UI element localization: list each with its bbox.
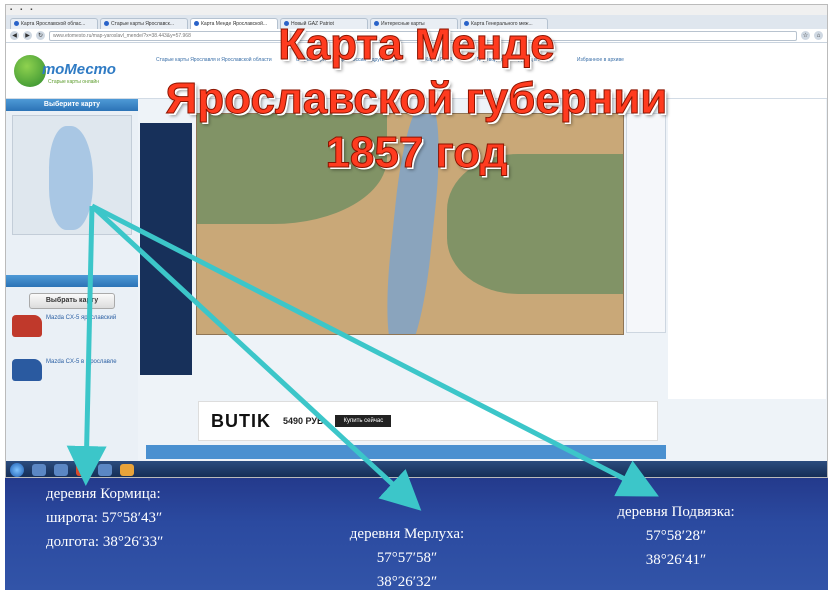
location-latitude: 57°57′58″	[376, 550, 438, 566]
location-longitude: 38°26′41″	[645, 552, 707, 568]
location-latitude: широта: 57°58′43″	[46, 510, 163, 526]
location-name: деревня Мерлуха:	[349, 526, 465, 542]
location-podvyazka: деревня Подвязка: 57°58′28″ 38°26′41″	[586, 500, 766, 572]
location-name: деревня Подвязка:	[617, 504, 735, 520]
arrow-podvyazka	[90, 203, 659, 497]
location-kormitsa: деревня Кормица: широта: 57°58′43″ долго…	[46, 482, 163, 554]
location-merlukha: деревня Мерлуха: 57°57′58″ 38°26′32″	[322, 522, 492, 594]
arrow-kormitsa	[66, 205, 107, 486]
arrow-merlukha	[90, 204, 422, 511]
location-latitude: 57°58′28″	[645, 528, 707, 544]
location-longitude: 38°26′32″	[376, 574, 438, 590]
location-name: деревня Кормица:	[46, 486, 161, 502]
location-longitude: долгота: 38°26′33″	[46, 534, 164, 550]
